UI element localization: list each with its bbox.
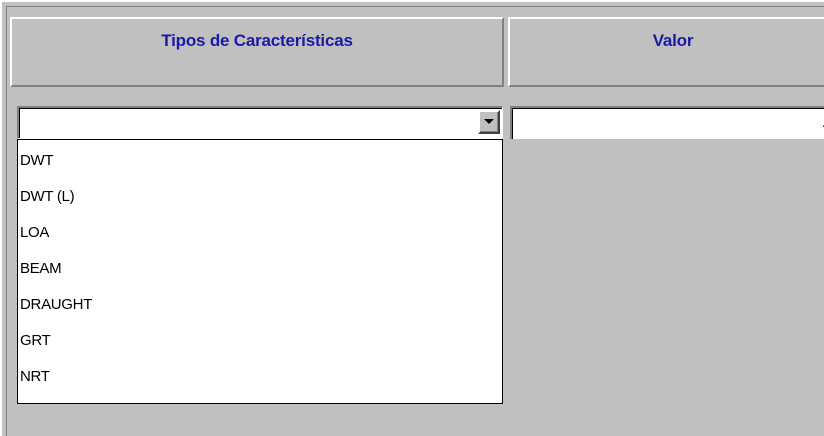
dropdown-option-dwt[interactable]: DWT — [20, 152, 54, 170]
dropdown-button[interactable] — [478, 110, 500, 134]
column-header-tipos[interactable]: Tipos de Características — [10, 17, 504, 87]
dropdown-option-nrt[interactable]: NRT — [20, 368, 50, 386]
characteristic-type-combobox[interactable] — [17, 106, 503, 139]
column-header-valor-label: Valor — [652, 31, 694, 50]
column-header-tipos-label: Tipos de Características — [161, 31, 353, 50]
value-field[interactable]: . — [510, 106, 824, 139]
chevron-down-icon — [484, 119, 494, 124]
dropdown-option-grt[interactable]: GRT — [20, 332, 51, 350]
column-header-valor[interactable]: Valor — [508, 17, 824, 87]
dropdown-option-loa[interactable]: LOA — [20, 224, 49, 242]
characteristic-type-dropdown-list: DWT DWT (L) LOA BEAM DRAUGHT GRT NRT — [17, 139, 503, 404]
dropdown-option-draught[interactable]: DRAUGHT — [20, 296, 92, 314]
dropdown-option-dwt-l[interactable]: DWT (L) — [20, 188, 75, 206]
dropdown-option-beam[interactable]: BEAM — [20, 260, 62, 278]
